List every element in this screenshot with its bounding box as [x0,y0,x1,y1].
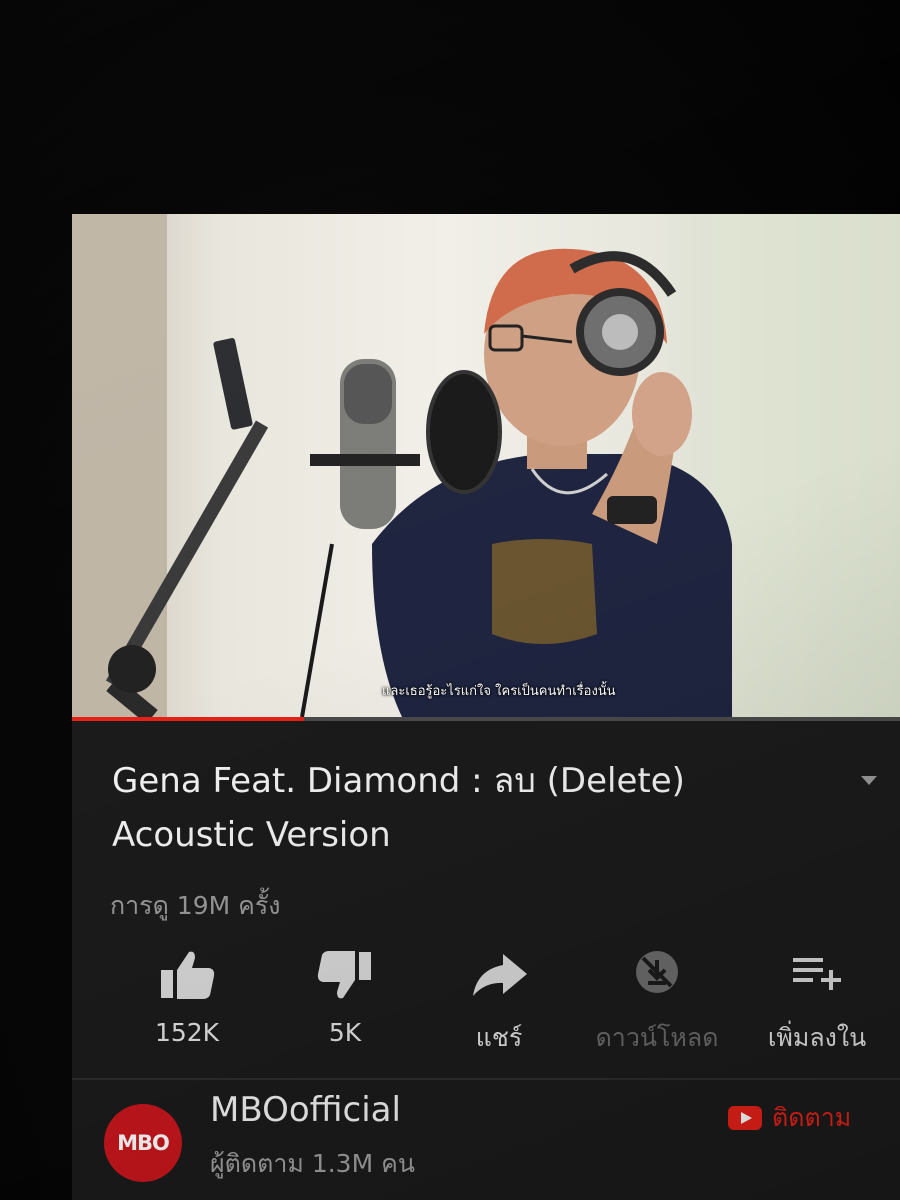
download-disabled-icon [636,951,678,993]
share-label: แชร์ [475,1023,523,1052]
like-count: 152K [154,1018,220,1047]
youtube-app-screen: และเธอรู้อะไรแก่ใจ ใครเป็นคนทำเรื่องนั้น… [72,214,900,1200]
window-light [712,214,900,717]
mic-stand-joint [108,645,156,693]
pop-filter [426,370,502,494]
video-progress-fill [72,717,304,721]
section-divider [72,1078,900,1080]
subscribe-label: ติดตาม [772,1103,852,1132]
download-label: ดาวน์โหลด [595,1023,719,1052]
download-button[interactable]: ดาวน์โหลด [582,946,732,1056]
wristwatch [607,496,657,524]
person-hand [632,372,692,456]
channel-subscriber-count: ผู้ติดตาม 1.3M คน [210,1149,415,1178]
thumbs-up-icon [161,951,215,999]
headphone-logo [602,314,638,350]
mic-cable [300,543,334,717]
shirt-print [492,539,597,644]
video-progress-bar[interactable] [72,717,900,721]
phone [213,338,253,430]
save-to-playlist-button[interactable]: เพิ่มลงใน [742,946,892,1056]
thumbs-down-icon [317,951,371,999]
like-button[interactable]: 152K [112,946,262,1056]
channel-name[interactable]: MBOofficial [210,1090,401,1130]
action-bar: 152K 5K แชร์ ดาวน์โหลด เพิ่มลงใน [112,946,892,1056]
video-player[interactable]: และเธอรู้อะไรแก่ใจ ใครเป็นคนทำเรื่องนั้น [72,214,900,717]
video-subtitle: และเธอรู้อะไรแก่ใจ ใครเป็นคนทำเรื่องนั้น [382,684,616,699]
wall-pillar [72,214,167,717]
shock-mount [310,454,420,466]
share-button[interactable]: แชร์ [424,946,574,1056]
view-count: การดู 19M ครั้ง [110,891,281,920]
video-frame-illustration [72,214,900,717]
chevron-down-icon[interactable] [858,772,880,788]
channel-avatar[interactable]: MBO [104,1104,182,1182]
save-label: เพิ่มลงใน [767,1023,867,1052]
microphone-grille [344,364,392,424]
subscribe-button[interactable]: ติดตาม [728,1098,851,1138]
dislike-count: 5K [328,1018,362,1047]
playlist-add-icon [793,958,841,990]
dislike-button[interactable]: 5K [270,946,420,1056]
share-arrow-icon [473,954,527,996]
youtube-play-icon [728,1106,762,1130]
video-title: Gena Feat. Diamond : ลบ (Delete) Acousti… [112,761,685,855]
